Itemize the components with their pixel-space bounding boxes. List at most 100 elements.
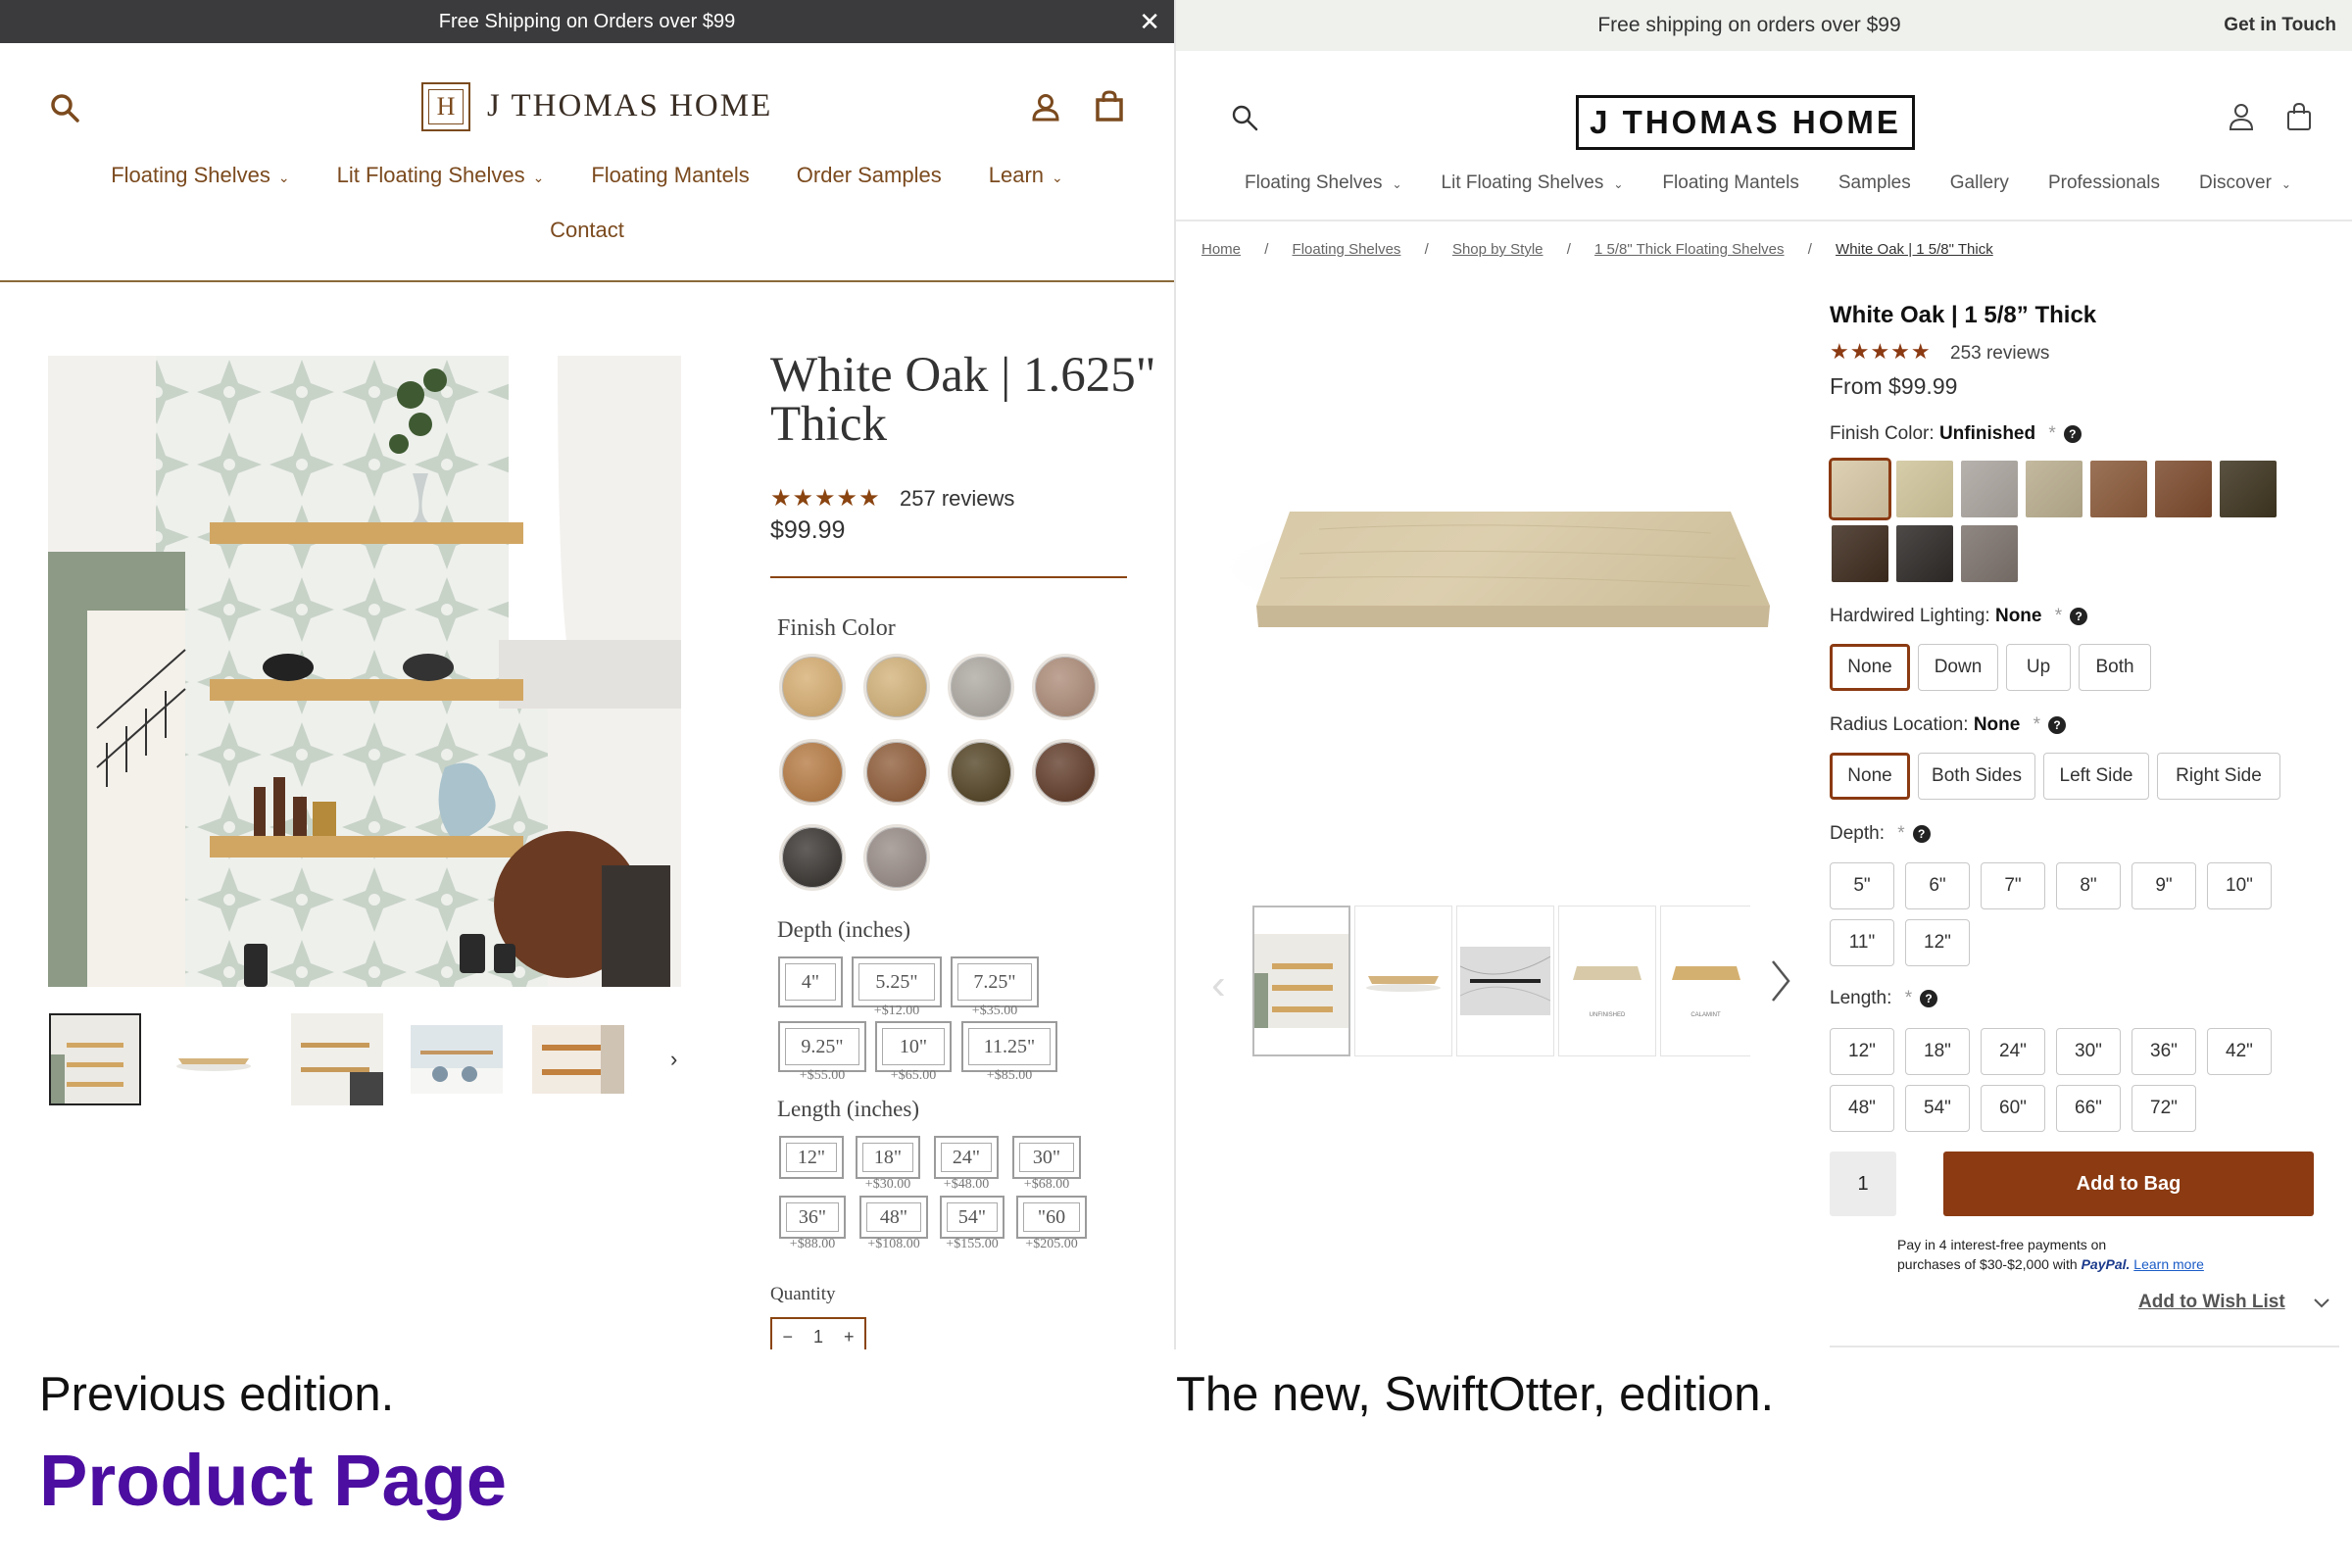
length-option[interactable]: 24" bbox=[934, 1136, 999, 1179]
nav-item-order-samples[interactable]: Order Samples bbox=[797, 163, 942, 188]
product-main-image[interactable] bbox=[1201, 431, 1793, 666]
thumbnail-3[interactable] bbox=[291, 1013, 383, 1105]
length-option[interactable]: 48" bbox=[1830, 1085, 1894, 1132]
reviews-count[interactable]: 253 reviews bbox=[1950, 343, 2049, 365]
radius-option[interactable]: Left Side bbox=[2043, 753, 2149, 800]
nav-item-learn[interactable]: Learn ⌄ bbox=[989, 163, 1063, 188]
add-to-wish-list-link[interactable]: Add to Wish List bbox=[2138, 1292, 2285, 1313]
thumbnail-1[interactable] bbox=[1252, 906, 1350, 1056]
depth-option[interactable]: 9.25" bbox=[778, 1021, 866, 1072]
finish-swatch[interactable] bbox=[1032, 654, 1099, 720]
depth-option[interactable]: 9" bbox=[2132, 862, 2196, 909]
lighting-option[interactable]: Down bbox=[1918, 644, 1998, 691]
nav-item-floating-shelves[interactable]: Floating Shelves ⌄ bbox=[1245, 172, 1402, 194]
length-option[interactable]: 42" bbox=[2207, 1028, 2272, 1075]
finish-swatch[interactable] bbox=[948, 739, 1014, 806]
breadcrumb-thick-shelves[interactable]: 1 5/8" Thick Floating Shelves bbox=[1594, 241, 1784, 258]
depth-option[interactable]: 6" bbox=[1905, 862, 1970, 909]
quantity-value[interactable]: 1 bbox=[813, 1327, 823, 1348]
logo-mark[interactable]: H bbox=[421, 82, 470, 131]
breadcrumb-shop-by-style[interactable]: Shop by Style bbox=[1452, 241, 1544, 258]
length-option[interactable]: 12" bbox=[779, 1136, 844, 1179]
help-icon[interactable]: ? bbox=[1912, 824, 1931, 843]
depth-option[interactable]: 5.25" bbox=[852, 956, 942, 1007]
finish-swatch[interactable] bbox=[863, 824, 930, 891]
nav-item-discover[interactable]: Discover ⌄ bbox=[2199, 172, 2291, 194]
length-option[interactable]: 36" bbox=[779, 1196, 846, 1239]
help-icon[interactable]: ? bbox=[2063, 424, 2082, 443]
nav-item-gallery[interactable]: Gallery bbox=[1950, 172, 2009, 194]
finish-swatch[interactable] bbox=[863, 739, 930, 806]
finish-swatch[interactable] bbox=[863, 654, 930, 720]
help-icon[interactable]: ? bbox=[2048, 715, 2067, 734]
finish-swatch[interactable] bbox=[779, 739, 846, 806]
breadcrumb-current[interactable]: White Oak | 1 5/8" Thick bbox=[1836, 241, 1993, 258]
finish-swatch[interactable] bbox=[1032, 739, 1099, 806]
length-option[interactable]: 12" bbox=[1830, 1028, 1894, 1075]
close-icon[interactable]: ✕ bbox=[1139, 8, 1160, 35]
reviews-count[interactable]: 257 reviews bbox=[900, 486, 1014, 512]
thumbnail-5[interactable]: CALAMINT bbox=[1660, 906, 1750, 1056]
nav-item-floating-mantels[interactable]: Floating Mantels bbox=[1662, 172, 1798, 194]
thumbnail-prev-arrow[interactable]: ‹ bbox=[1211, 960, 1226, 1009]
finish-swatch[interactable] bbox=[779, 824, 846, 891]
thumbnail-1[interactable] bbox=[49, 1013, 141, 1105]
length-option[interactable]: 18" bbox=[1905, 1028, 1970, 1075]
quantity-input[interactable]: 1 bbox=[1830, 1152, 1896, 1216]
depth-option[interactable]: 4" bbox=[778, 956, 843, 1007]
get-in-touch-link[interactable]: Get in Touch bbox=[2224, 15, 2336, 36]
nav-item-floating-mantels[interactable]: Floating Mantels bbox=[591, 163, 749, 188]
nav-item-floating-shelves[interactable]: Floating Shelves ⌄ bbox=[111, 163, 289, 188]
lighting-option[interactable]: Up bbox=[2006, 644, 2071, 691]
finish-swatch[interactable] bbox=[2220, 461, 2277, 517]
lighting-option[interactable]: Both bbox=[2079, 644, 2151, 691]
thumbnail-2[interactable] bbox=[1354, 906, 1452, 1056]
length-option[interactable]: 66" bbox=[2056, 1085, 2121, 1132]
finish-swatch[interactable] bbox=[1961, 525, 2018, 582]
search-icon[interactable] bbox=[49, 92, 80, 123]
thumbnail-next-arrow[interactable]: › bbox=[670, 1047, 677, 1072]
finish-swatch[interactable] bbox=[1832, 525, 1888, 582]
length-option[interactable]: "60 bbox=[1016, 1196, 1087, 1239]
length-option[interactable]: 48" bbox=[859, 1196, 928, 1239]
thumbnail-4[interactable] bbox=[411, 1025, 503, 1094]
length-option[interactable]: 18" bbox=[856, 1136, 920, 1179]
thumbnail-5[interactable] bbox=[532, 1025, 624, 1094]
finish-swatch[interactable] bbox=[1961, 461, 2018, 517]
depth-option[interactable]: 11" bbox=[1830, 919, 1894, 966]
finish-swatch[interactable] bbox=[1896, 525, 1953, 582]
length-option[interactable]: 30" bbox=[2056, 1028, 2121, 1075]
product-main-image[interactable] bbox=[48, 356, 681, 987]
depth-option[interactable]: 11.25" bbox=[961, 1021, 1057, 1072]
finish-swatch[interactable] bbox=[779, 654, 846, 720]
logo-text[interactable]: J THOMAS HOME bbox=[487, 88, 772, 124]
finish-swatch[interactable] bbox=[1829, 458, 1891, 520]
cart-icon[interactable] bbox=[1095, 90, 1124, 122]
chevron-down-icon[interactable] bbox=[2313, 1298, 2330, 1309]
thumbnail-2[interactable] bbox=[172, 1039, 255, 1078]
finish-swatch[interactable] bbox=[2026, 461, 2082, 517]
quantity-increment-button[interactable]: + bbox=[844, 1327, 855, 1348]
quantity-decrement-button[interactable]: − bbox=[782, 1327, 793, 1348]
bag-icon[interactable] bbox=[2285, 102, 2313, 131]
depth-option[interactable]: 10" bbox=[875, 1021, 952, 1072]
account-icon[interactable] bbox=[2229, 102, 2254, 131]
logo[interactable]: J THOMAS HOME bbox=[1576, 95, 1915, 150]
thumbnail-4[interactable]: UNFINISHED bbox=[1558, 906, 1656, 1056]
depth-option[interactable]: 12" bbox=[1905, 919, 1970, 966]
nav-item-lit-floating-shelves[interactable]: Lit Floating Shelves ⌄ bbox=[337, 163, 545, 188]
radius-option[interactable]: Both Sides bbox=[1918, 753, 2035, 800]
radius-option[interactable]: None bbox=[1830, 753, 1910, 800]
length-option[interactable]: 60" bbox=[1981, 1085, 2045, 1132]
nav-item-professionals[interactable]: Professionals bbox=[2048, 172, 2160, 194]
length-option[interactable]: 30" bbox=[1012, 1136, 1081, 1179]
help-icon[interactable]: ? bbox=[2070, 607, 2088, 625]
breadcrumb-home[interactable]: Home bbox=[1201, 241, 1241, 258]
finish-swatch[interactable] bbox=[2090, 461, 2147, 517]
finish-swatch[interactable] bbox=[2155, 461, 2212, 517]
depth-option[interactable]: 7.25" bbox=[951, 956, 1039, 1007]
radius-option[interactable]: Right Side bbox=[2157, 753, 2280, 800]
length-option[interactable]: 54" bbox=[1905, 1085, 1970, 1132]
nav-item-contact[interactable]: Contact bbox=[550, 218, 624, 243]
finish-swatch[interactable] bbox=[1896, 461, 1953, 517]
